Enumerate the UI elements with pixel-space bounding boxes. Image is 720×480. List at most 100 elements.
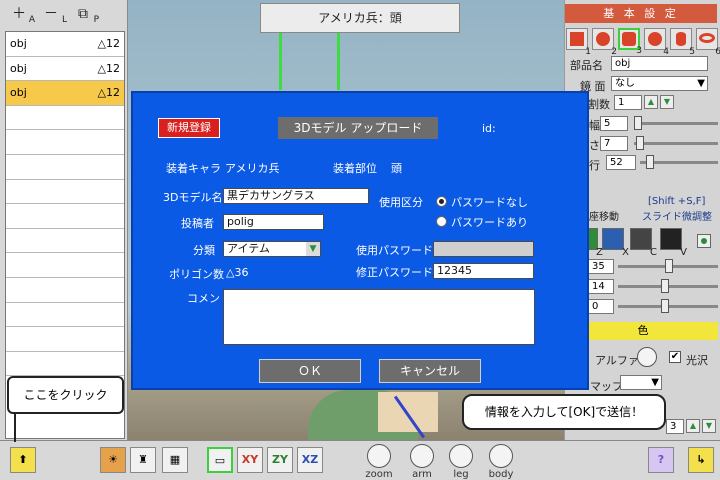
list-item-empty[interactable] [6, 278, 124, 303]
category-select[interactable]: アイテム ▼ [223, 241, 321, 257]
list-item[interactable]: obj △12 [6, 57, 124, 82]
value-field-b[interactable]: 14 [588, 279, 614, 294]
color-button[interactable]: 色 [568, 322, 718, 340]
poster-input[interactable]: polig [223, 214, 324, 230]
with-password-radio[interactable] [436, 216, 447, 227]
list-item-empty[interactable] [6, 303, 124, 328]
new-register-badge: 新規登録 [158, 118, 220, 138]
shape-ball-button[interactable]: 4 [644, 28, 669, 57]
plane-xz-button[interactable]: XZ [297, 447, 323, 473]
list-item-selected[interactable]: obj △12 [6, 81, 124, 106]
help-button[interactable]: ? [648, 447, 674, 473]
list-item-empty[interactable] [6, 327, 124, 352]
shape-ring-button[interactable]: 6 [696, 28, 720, 57]
plane-xy-button[interactable]: XY [237, 447, 263, 473]
slider-thumb[interactable] [646, 155, 654, 169]
plane-front-button[interactable]: ▭ [207, 447, 233, 473]
dot-icon [701, 238, 707, 244]
comment-textarea[interactable] [223, 289, 535, 345]
slider-thumb[interactable] [634, 116, 642, 130]
click-here-callout: ここをクリック [7, 376, 124, 414]
model-name-input[interactable]: 黒デカサングラス [223, 188, 369, 204]
body-dial[interactable] [489, 444, 513, 468]
use-password-input[interactable] [433, 241, 534, 257]
list-item-empty[interactable] [6, 155, 124, 180]
list-item-empty[interactable] [6, 130, 124, 155]
division-label: 割数 [588, 98, 610, 111]
depth-slider[interactable] [634, 142, 718, 145]
axis-line [337, 30, 340, 90]
height-field[interactable]: 52 [606, 155, 636, 170]
alpha-label: アルファ [595, 354, 639, 367]
grid-button[interactable]: ▦ [162, 447, 188, 473]
mirror-tool-button[interactable]: V [660, 228, 687, 258]
alpha-dial[interactable] [637, 347, 657, 367]
zoom-dial[interactable] [367, 444, 391, 468]
rotate-button[interactable]: X [602, 228, 629, 258]
character-button[interactable]: ♜ [130, 447, 156, 473]
list-item-empty[interactable] [6, 229, 124, 254]
list-item[interactable]: obj △12 [6, 32, 124, 57]
gloss-checkbox[interactable]: ✔ [669, 351, 681, 363]
map-select[interactable]: ▼ [620, 375, 662, 390]
width-slider[interactable] [634, 122, 718, 125]
rounded-cube-icon [622, 32, 636, 46]
copy-object-button[interactable]: ⧉ P [72, 4, 99, 26]
list-item-empty[interactable] [6, 106, 124, 131]
remove-object-button[interactable]: － L [40, 4, 67, 26]
polygon-count: △12 [97, 86, 120, 100]
arm-dial[interactable] [410, 444, 434, 468]
slider-thumb[interactable] [636, 136, 644, 150]
dialog-title: 3Dモデル アップロード [278, 117, 438, 139]
depth-label: さ [589, 139, 600, 152]
ok-button[interactable]: ＯＫ [259, 359, 361, 383]
cancel-button[interactable]: キャンセル [379, 359, 481, 383]
width-field[interactable]: 5 [600, 116, 628, 131]
list-item-empty[interactable] [6, 204, 124, 229]
height-label: 行 [589, 159, 600, 172]
plane-zy-button[interactable]: ZY [267, 447, 293, 473]
mirror-select[interactable]: なし ▼ [611, 76, 708, 91]
shape-cylinder-button[interactable]: 5 [670, 28, 695, 57]
exit-button[interactable]: ↳ [688, 447, 714, 473]
upload-button[interactable]: ⬆ [10, 447, 36, 473]
part-name-field[interactable]: obj [611, 56, 708, 71]
value-field-a[interactable]: 35 [588, 259, 614, 274]
no-password-radio[interactable] [436, 196, 447, 207]
list-item-empty[interactable] [6, 180, 124, 205]
list-item-empty[interactable] [6, 352, 124, 377]
value-field-d[interactable]: 3 [666, 419, 684, 434]
shape-sphere-button[interactable]: 2 [592, 28, 617, 57]
polygon-count: △12 [97, 37, 120, 51]
record-button[interactable] [697, 234, 711, 248]
add-object-button[interactable]: ＋ A [8, 4, 35, 26]
ball-icon [648, 32, 662, 46]
shape-rounded-box-button[interactable]: 3 [618, 28, 642, 56]
value-field-c[interactable]: 0 [588, 299, 614, 314]
grid-icon: ▦ [169, 453, 181, 466]
increment-button[interactable]: ▲ [686, 419, 700, 433]
slider-thumb[interactable] [661, 279, 669, 293]
list-item-empty[interactable] [6, 253, 124, 278]
chevron-down-icon: ▼ [651, 377, 659, 388]
leg-dial[interactable] [449, 444, 473, 468]
depth-field[interactable]: 7 [600, 136, 628, 151]
edit-password-input[interactable]: 12345 [433, 263, 534, 279]
shape-box-button[interactable]: 1 [566, 28, 591, 57]
decrement-button[interactable]: ▼ [660, 95, 674, 109]
callout-pointer [14, 412, 16, 442]
background-button[interactable]: ☀ [100, 447, 126, 473]
polygon-value: △36 [226, 266, 249, 279]
ring-icon [699, 33, 715, 43]
gloss-label: 光沢 [686, 354, 708, 367]
poster-label: 投稿者 [181, 217, 214, 230]
slider-thumb[interactable] [665, 259, 673, 273]
align-button[interactable]: C [630, 228, 657, 258]
increment-button[interactable]: ▲ [644, 95, 658, 109]
body-label: body [488, 469, 514, 480]
division-field[interactable]: 1 [614, 95, 642, 110]
slider-thumb[interactable] [661, 299, 669, 313]
decrement-button[interactable]: ▼ [702, 419, 716, 433]
object-name: obj [10, 37, 27, 51]
move-label: 座移動 [589, 212, 619, 223]
